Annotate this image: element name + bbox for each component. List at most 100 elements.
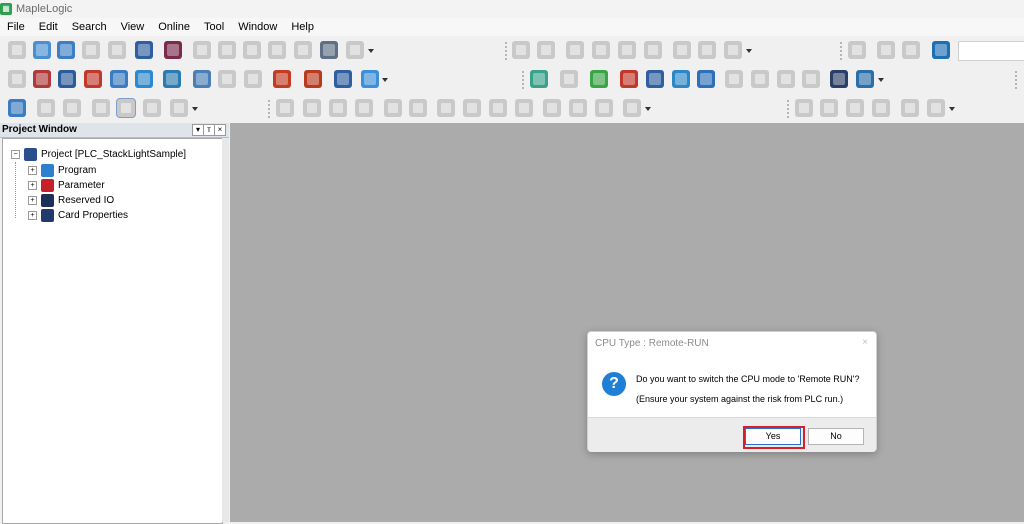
expand-icon[interactable]: + bbox=[28, 195, 37, 205]
menu-search[interactable]: Search bbox=[65, 18, 114, 36]
save-all-icon[interactable] bbox=[135, 41, 153, 59]
redo-icon[interactable] bbox=[537, 41, 555, 59]
tree-node-project[interactable]: − Project [PLC_StackLightSample] bbox=[11, 147, 186, 161]
no-button[interactable]: No bbox=[808, 428, 864, 445]
zoom-in-icon[interactable] bbox=[37, 99, 55, 117]
coil-not-icon[interactable] bbox=[569, 99, 587, 117]
list-dropdown-icon[interactable] bbox=[746, 49, 752, 53]
new-project-icon[interactable] bbox=[8, 41, 26, 59]
hammer-icon[interactable] bbox=[846, 99, 864, 117]
cut-icon[interactable] bbox=[243, 41, 261, 59]
list-search-icon[interactable] bbox=[698, 41, 716, 59]
collapse-icon[interactable]: − bbox=[11, 149, 20, 159]
cloud-down-icon[interactable] bbox=[902, 41, 920, 59]
monitor-screen-icon[interactable] bbox=[163, 70, 181, 88]
network-icon[interactable] bbox=[856, 70, 874, 88]
menu-file[interactable]: File bbox=[0, 18, 32, 36]
function-icon[interactable] bbox=[623, 99, 641, 117]
contact-nc-icon[interactable] bbox=[463, 99, 481, 117]
expand-icon[interactable]: + bbox=[28, 165, 37, 175]
list-icon[interactable] bbox=[673, 41, 691, 59]
network-dropdown-icon[interactable] bbox=[878, 78, 884, 82]
pane-close-icon[interactable]: × bbox=[214, 124, 226, 136]
user-remove-icon[interactable] bbox=[244, 70, 262, 88]
paste-icon[interactable] bbox=[218, 41, 236, 59]
grid-icon[interactable] bbox=[164, 41, 182, 59]
step-icon[interactable] bbox=[820, 99, 838, 117]
yes-button[interactable]: Yes bbox=[743, 426, 805, 449]
toolbar-grip[interactable] bbox=[787, 100, 789, 118]
breakpoint-icon[interactable] bbox=[901, 99, 919, 117]
connect-icon[interactable] bbox=[8, 70, 26, 88]
contact-icon[interactable] bbox=[409, 99, 427, 117]
help-dropdown-icon[interactable] bbox=[368, 49, 374, 53]
monitor-icon[interactable] bbox=[268, 41, 286, 59]
coil-f12-icon[interactable] bbox=[595, 99, 613, 117]
expand-icon[interactable]: + bbox=[28, 210, 37, 220]
transfer-icon[interactable] bbox=[135, 70, 153, 88]
trend-monitor-icon[interactable] bbox=[361, 70, 379, 88]
zoom-out-icon[interactable] bbox=[63, 99, 81, 117]
menu-online[interactable]: Online bbox=[151, 18, 197, 36]
download-icon[interactable] bbox=[84, 70, 102, 88]
cloud-icon[interactable] bbox=[848, 41, 866, 59]
switch-icon[interactable] bbox=[590, 70, 608, 88]
toolbar-grip[interactable] bbox=[840, 42, 842, 60]
info-icon[interactable] bbox=[294, 41, 312, 59]
lock-icon[interactable] bbox=[273, 70, 291, 88]
save-icon[interactable] bbox=[108, 41, 126, 59]
breakpoint-clear-icon[interactable] bbox=[927, 99, 945, 117]
menu-edit[interactable]: Edit bbox=[32, 18, 65, 36]
list-settings-icon[interactable] bbox=[724, 41, 742, 59]
diagnosis-icon[interactable] bbox=[334, 70, 352, 88]
disconnect-icon[interactable] bbox=[33, 70, 51, 88]
tree-node-program[interactable]: + Program bbox=[28, 163, 96, 177]
play-icon[interactable] bbox=[795, 99, 813, 117]
upload-icon[interactable] bbox=[110, 70, 128, 88]
branch-icon[interactable] bbox=[329, 99, 347, 117]
toolbar-grip[interactable] bbox=[268, 100, 270, 118]
menu-window[interactable]: Window bbox=[231, 18, 284, 36]
plc-info-icon[interactable] bbox=[304, 70, 322, 88]
doc-icon[interactable] bbox=[725, 70, 743, 88]
contact-p-icon[interactable] bbox=[489, 99, 507, 117]
user-add-icon[interactable] bbox=[218, 70, 236, 88]
find-next-icon[interactable] bbox=[592, 41, 610, 59]
document-icon[interactable] bbox=[57, 41, 75, 59]
calculator-icon[interactable] bbox=[672, 70, 690, 88]
reset-icon[interactable] bbox=[620, 70, 638, 88]
undo-icon[interactable] bbox=[512, 41, 530, 59]
plc-run-icon[interactable] bbox=[530, 70, 548, 88]
table-more-icon[interactable] bbox=[170, 99, 188, 117]
user-icon[interactable] bbox=[193, 70, 211, 88]
debug-dropdown-icon[interactable] bbox=[949, 107, 955, 111]
contact-n-icon[interactable] bbox=[515, 99, 533, 117]
tools-icon[interactable] bbox=[830, 70, 848, 88]
dialog-close-icon[interactable]: × bbox=[862, 337, 868, 348]
cloud-up-icon[interactable] bbox=[877, 41, 895, 59]
select-icon[interactable] bbox=[276, 99, 294, 117]
debug-icon[interactable] bbox=[872, 99, 890, 117]
ladder-icon[interactable] bbox=[8, 99, 26, 117]
tree-node-reserved-io[interactable]: + Reserved IO bbox=[28, 193, 114, 207]
help-icon[interactable] bbox=[346, 41, 364, 59]
print-icon[interactable] bbox=[320, 41, 338, 59]
table-icon[interactable] bbox=[92, 99, 110, 117]
toolbar-search-input[interactable] bbox=[958, 41, 1024, 61]
copy-icon[interactable] bbox=[193, 41, 211, 59]
contact-no-icon[interactable] bbox=[437, 99, 455, 117]
doc-list-icon[interactable] bbox=[802, 70, 820, 88]
chart-icon[interactable] bbox=[697, 70, 715, 88]
close-project-icon[interactable] bbox=[82, 41, 100, 59]
function-dropdown-icon[interactable] bbox=[645, 107, 651, 111]
link-icon[interactable] bbox=[58, 70, 76, 88]
toolbar-grip[interactable] bbox=[1015, 71, 1017, 89]
edit-icon[interactable] bbox=[644, 41, 662, 59]
menu-tool[interactable]: Tool bbox=[197, 18, 231, 36]
toolbar-grip[interactable] bbox=[505, 42, 507, 60]
tree-node-card-properties[interactable]: + Card Properties bbox=[28, 208, 128, 222]
table-alt-icon[interactable] bbox=[143, 99, 161, 117]
doc-check-icon[interactable] bbox=[777, 70, 795, 88]
table-active-icon[interactable] bbox=[117, 99, 135, 117]
doc-search-icon[interactable] bbox=[751, 70, 769, 88]
